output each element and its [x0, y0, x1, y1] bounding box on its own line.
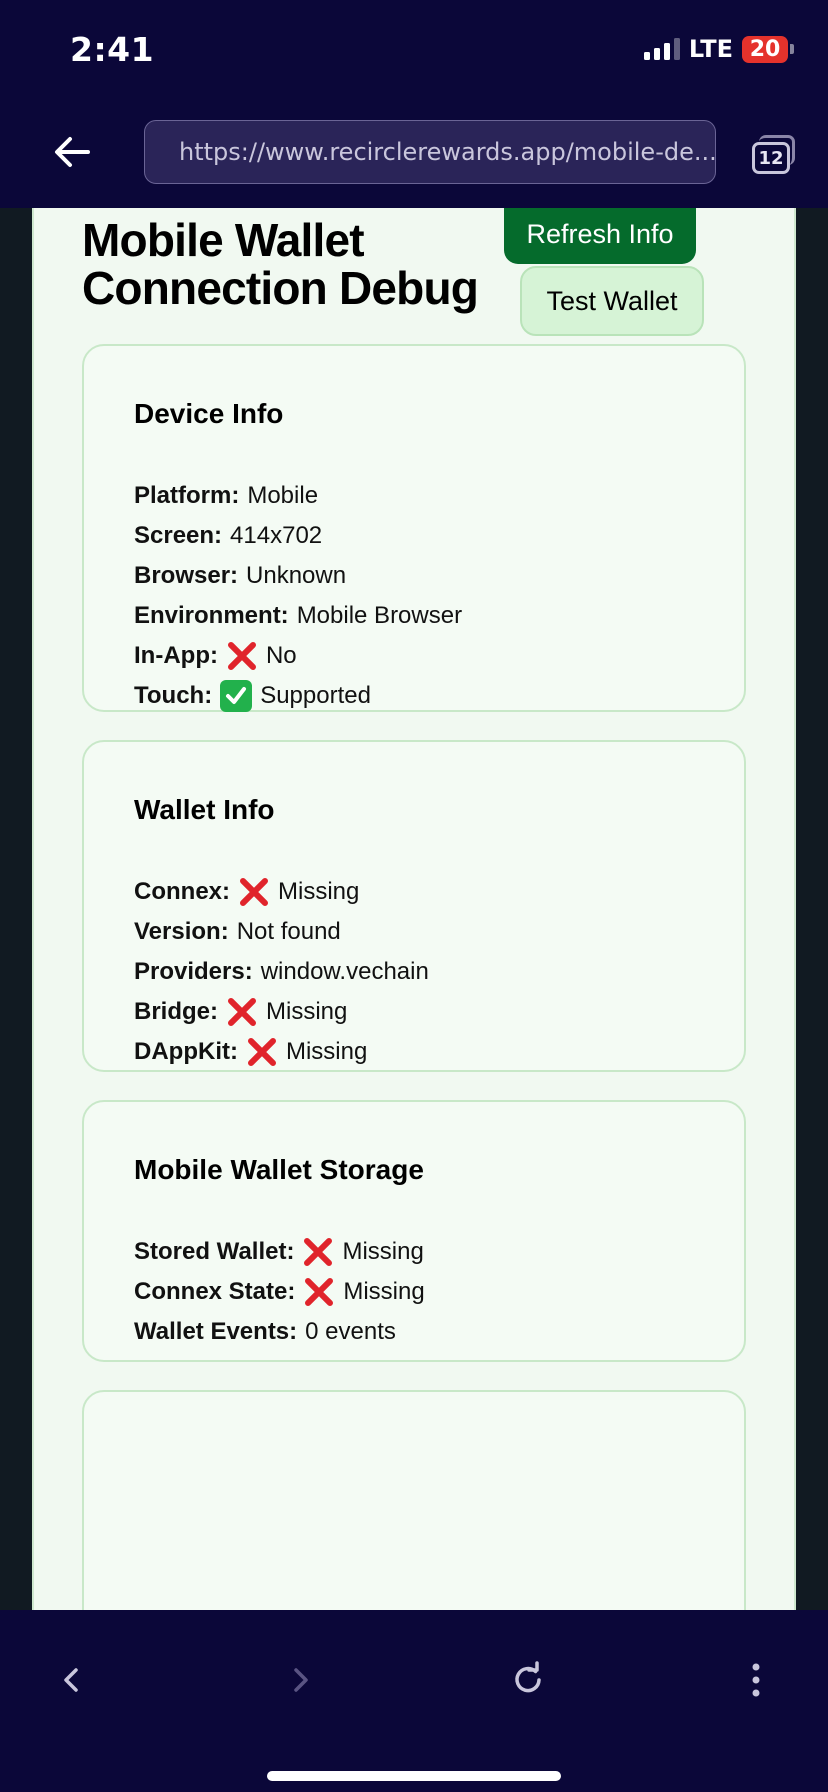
- wallet-storage-card: Mobile Wallet Storage Stored Wallet: Mis…: [82, 1100, 746, 1362]
- device-info-card: Device Info Platform: Mobile Screen: 414…: [82, 344, 746, 712]
- signal-strength-icon: [643, 38, 680, 60]
- info-row-screen: Screen: 414x702: [134, 522, 323, 549]
- info-row-dappkit: DAppKit: Missing: [134, 1032, 744, 1072]
- cross-mark-icon: [303, 1276, 335, 1308]
- web-viewport: Mobile Wallet Connection Debug Refresh I…: [0, 208, 828, 1610]
- info-row-in-app: In-App: No: [134, 636, 744, 676]
- card-title: Wallet Info: [134, 794, 275, 825]
- status-indicators: LTE 20: [643, 35, 794, 63]
- browser-address-bar: https://www.recirclerewards.app/mobile-d…: [0, 102, 828, 208]
- info-row-connex: Connex: Missing: [134, 872, 744, 912]
- chevron-right-icon[interactable]: [270, 1650, 330, 1710]
- info-row-providers: Providers: window.vechain: [134, 958, 429, 985]
- battery-icon: 20: [742, 35, 794, 63]
- info-row-stored-wallet: Stored Wallet: Missing: [134, 1232, 744, 1272]
- status-bar: 2:41 LTE 20: [0, 0, 828, 102]
- tabs-button[interactable]: 12: [748, 132, 796, 178]
- info-row-environment: Environment: Mobile Browser: [134, 602, 463, 629]
- test-wallet-button[interactable]: Test Wallet: [520, 266, 704, 336]
- home-indicator[interactable]: [267, 1771, 561, 1781]
- more-vertical-icon[interactable]: [726, 1650, 786, 1710]
- cross-mark-icon: [246, 1036, 278, 1068]
- info-row-touch: Touch: Supported: [134, 676, 744, 716]
- info-row-bridge: Bridge: Missing: [134, 992, 744, 1032]
- chevron-left-icon[interactable]: [42, 1650, 102, 1710]
- cross-mark-icon: [226, 640, 258, 672]
- tab-count: 12: [752, 142, 790, 174]
- info-row-version: Version: Not found: [134, 918, 341, 945]
- refresh-info-button[interactable]: Refresh Info: [504, 208, 696, 264]
- next-card: [82, 1390, 746, 1610]
- status-time: 2:41: [70, 30, 155, 69]
- card-title: Device Info: [134, 398, 284, 429]
- wallet-info-card: Wallet Info Connex: Missing Version: Not…: [82, 740, 746, 1072]
- card-title: Mobile Wallet Storage: [134, 1154, 424, 1185]
- browser-toolbar: [0, 1610, 828, 1792]
- cross-mark-icon: [238, 876, 270, 908]
- page-title: Mobile Wallet Connection Debug: [82, 214, 479, 314]
- url-field[interactable]: https://www.recirclerewards.app/mobile-d…: [144, 120, 716, 184]
- debug-page: Mobile Wallet Connection Debug Refresh I…: [32, 208, 796, 1610]
- arrow-left-icon[interactable]: [50, 130, 94, 174]
- reload-icon[interactable]: [498, 1650, 558, 1710]
- info-row-browser: Browser: Unknown: [134, 562, 347, 589]
- info-row-wallet-events: Wallet Events: 0 events: [134, 1318, 396, 1345]
- cross-mark-icon: [226, 996, 258, 1028]
- check-mark-icon: [220, 680, 253, 712]
- network-type: LTE: [688, 35, 733, 63]
- battery-level: 20: [742, 35, 788, 63]
- cross-mark-icon: [302, 1236, 334, 1268]
- info-row-connex-state: Connex State: Missing: [134, 1272, 744, 1312]
- info-row-platform: Platform: Mobile: [134, 482, 319, 509]
